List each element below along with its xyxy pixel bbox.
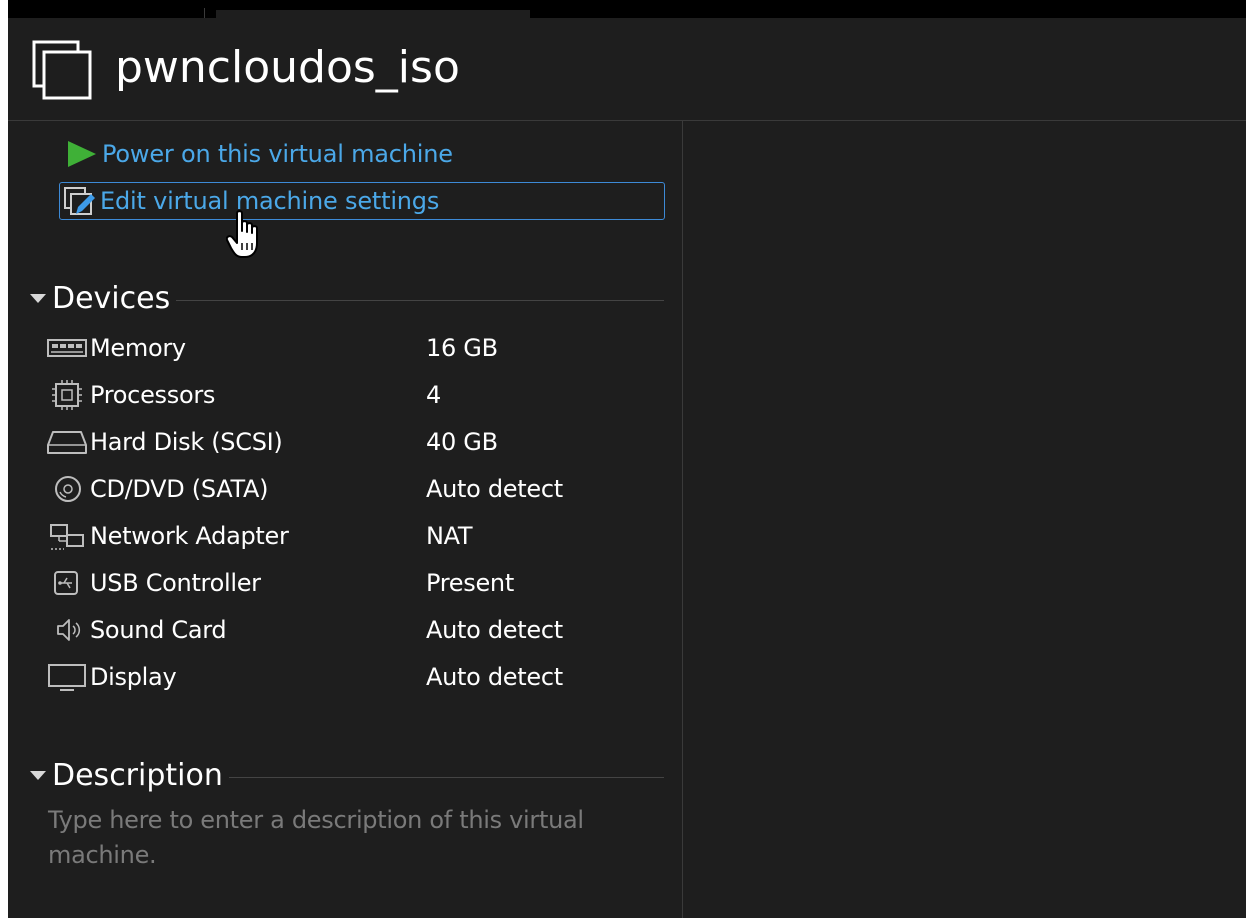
device-name: Hard Disk (SCSI) xyxy=(90,428,283,456)
edit-settings-button[interactable]: Edit virtual machine settings xyxy=(59,182,665,220)
device-value: 16 GB xyxy=(426,334,498,362)
edit-settings-label: Edit virtual machine settings xyxy=(100,187,440,215)
device-name: CD/DVD (SATA) xyxy=(90,475,269,503)
device-row-hard-disk[interactable]: Hard Disk (SCSI) 40 GB xyxy=(46,422,666,462)
device-value: Auto detect xyxy=(426,475,563,503)
description-heading: Description xyxy=(52,757,223,793)
device-row-cd-dvd[interactable]: CD/DVD (SATA) Auto detect xyxy=(46,469,666,509)
device-value: Present xyxy=(426,569,514,597)
device-value: Auto detect xyxy=(426,616,563,644)
device-row-memory[interactable]: Memory 16 GB xyxy=(46,328,666,368)
device-row-display[interactable]: Display Auto detect xyxy=(46,657,666,697)
device-name: USB Controller xyxy=(90,569,261,597)
device-name: Processors xyxy=(90,381,216,409)
section-divider xyxy=(176,299,664,301)
devices-heading: Devices xyxy=(52,280,171,316)
device-row-processors[interactable]: Processors 4 xyxy=(46,375,666,415)
processor-icon xyxy=(52,380,82,410)
description-section-header[interactable]: Description xyxy=(30,756,664,794)
collapse-triangle-icon[interactable] xyxy=(30,770,46,780)
collapse-triangle-icon[interactable] xyxy=(30,293,46,303)
device-value: 4 xyxy=(426,381,441,409)
hand-cursor-icon xyxy=(226,210,258,258)
devices-section-header[interactable]: Devices xyxy=(30,279,664,317)
device-value: 40 GB xyxy=(426,428,498,456)
device-value: Auto detect xyxy=(426,663,563,691)
device-value: NAT xyxy=(426,522,473,550)
vm-summary-window: pwncloudos_iso Power on this virtual mac… xyxy=(8,0,1246,918)
tab-bar xyxy=(8,0,1246,18)
device-name: Memory xyxy=(90,334,186,362)
tab-separator xyxy=(204,8,205,18)
device-row-network-adapter[interactable]: Network Adapter NAT xyxy=(46,516,666,556)
device-name: Sound Card xyxy=(90,616,227,644)
display-icon xyxy=(48,664,86,691)
usb-icon xyxy=(54,571,78,595)
sound-card-icon xyxy=(57,619,81,641)
cd-dvd-icon xyxy=(55,476,81,502)
network-adapter-icon xyxy=(50,524,84,550)
tab-vm-active[interactable] xyxy=(216,10,530,18)
vm-details-panel: Power on this virtual machine Edit virtu… xyxy=(8,121,683,918)
device-row-sound-card[interactable]: Sound Card Auto detect xyxy=(46,610,666,650)
vm-title: pwncloudos_iso xyxy=(115,42,460,93)
device-name: Display xyxy=(90,663,177,691)
device-name: Network Adapter xyxy=(90,522,289,550)
hard-disk-icon xyxy=(47,431,87,454)
power-on-button[interactable]: Power on this virtual machine xyxy=(64,135,453,173)
vm-preview-panel xyxy=(683,121,1246,918)
section-divider xyxy=(228,776,664,778)
edit-settings-icon xyxy=(64,187,95,215)
memory-icon xyxy=(47,339,87,357)
vm-header: pwncloudos_iso xyxy=(8,18,1246,121)
virtual-machine-icon xyxy=(32,40,92,100)
play-icon xyxy=(68,141,96,167)
device-row-usb-controller[interactable]: USB Controller Present xyxy=(46,563,666,603)
power-on-label: Power on this virtual machine xyxy=(102,140,453,168)
description-input[interactable]: Type here to enter a description of this… xyxy=(48,803,628,873)
